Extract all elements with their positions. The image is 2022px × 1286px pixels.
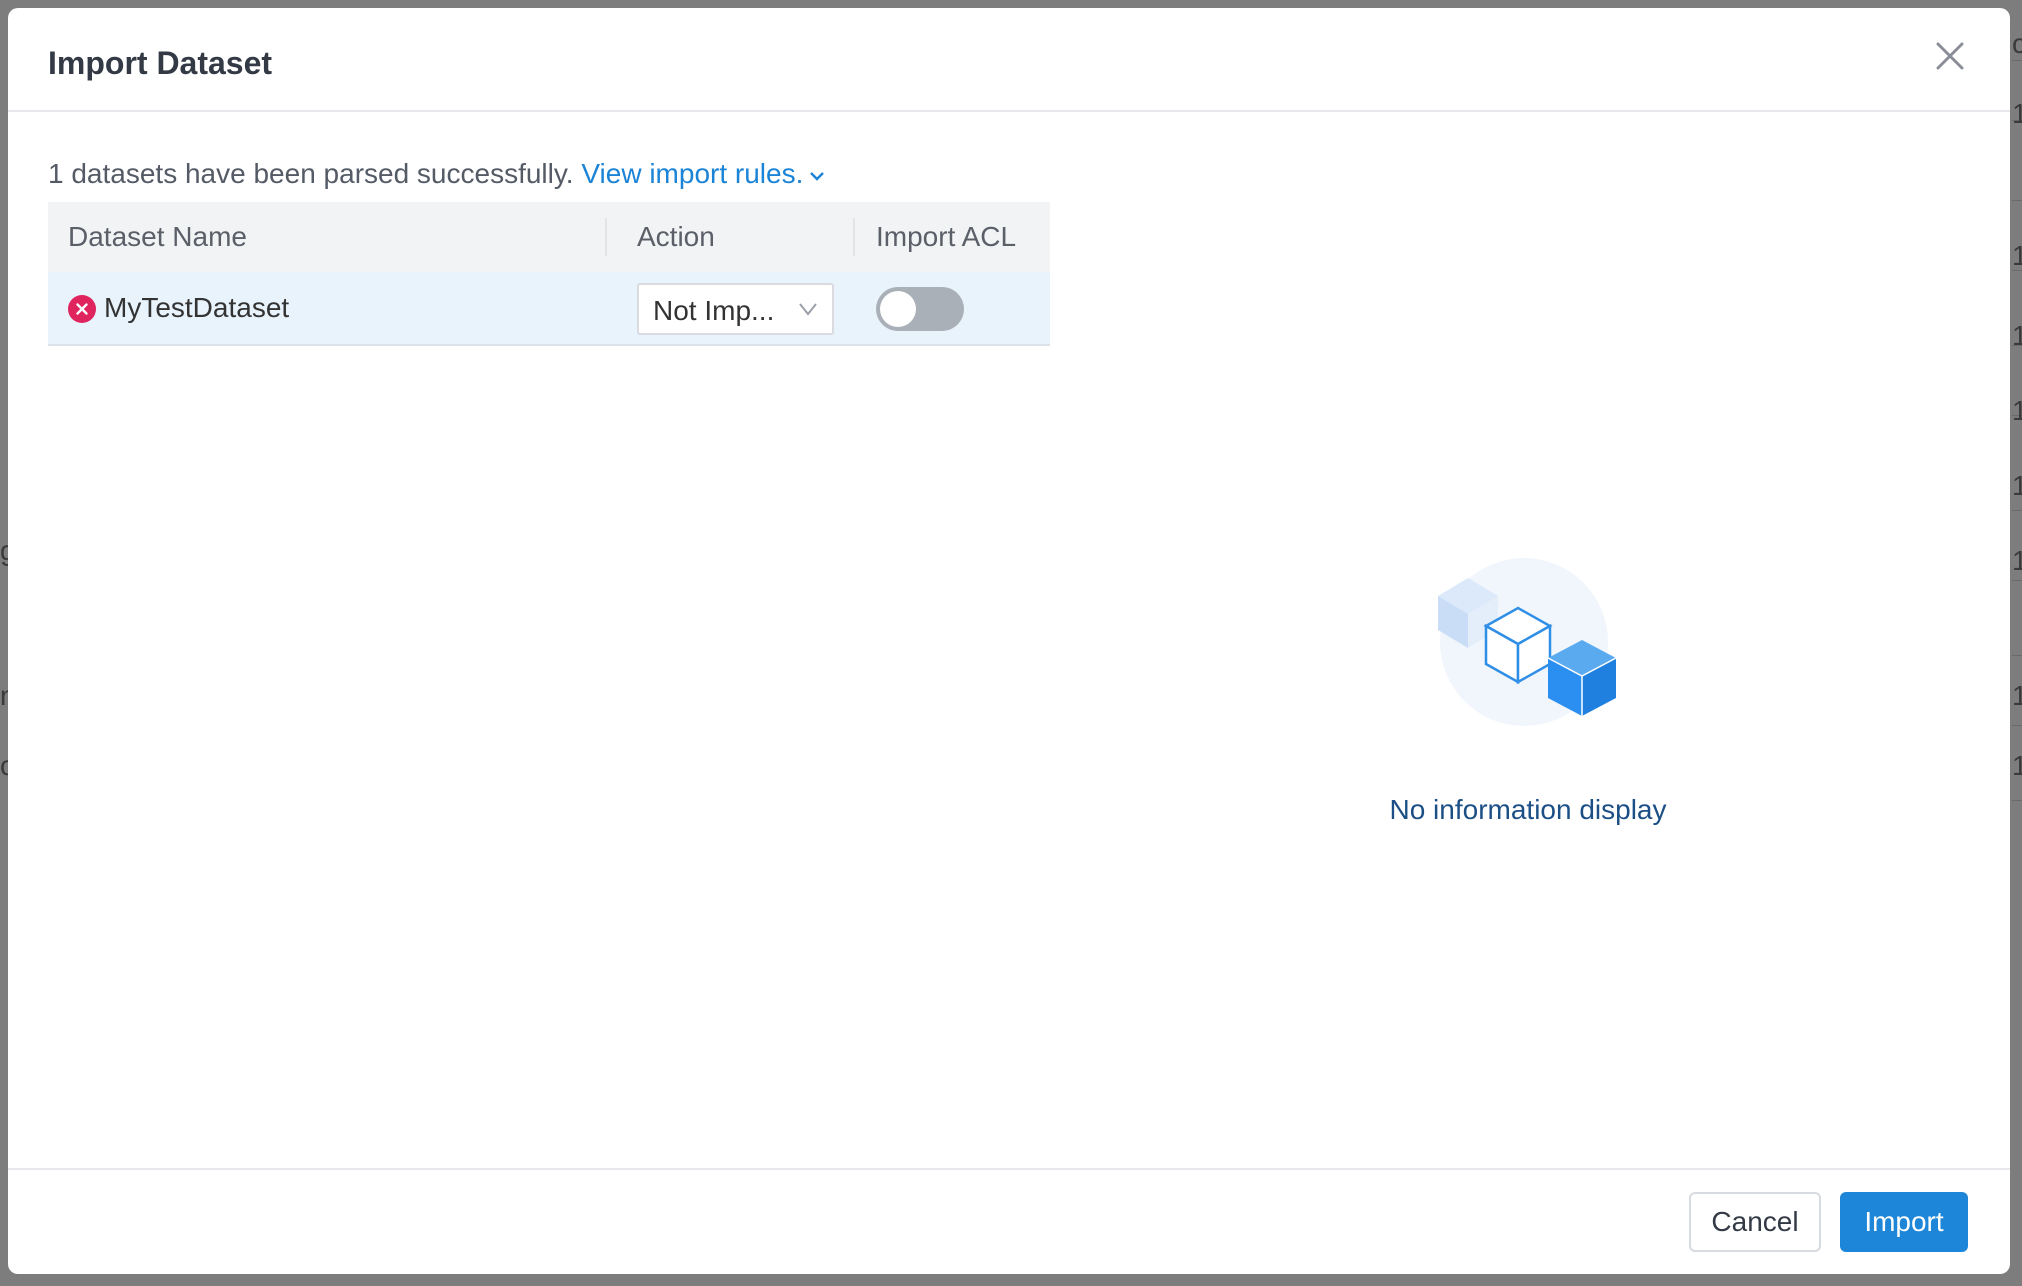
dataset-table: Dataset Name Action Import ACL MyTestDat… [48, 202, 1050, 346]
background-text: 1 [2012, 240, 2022, 271]
table-row[interactable]: MyTestDataset Not Imp... [48, 272, 1050, 346]
cancel-button[interactable]: Cancel [1689, 1192, 1821, 1252]
import-dataset-dialog: Import Dataset 1 datasets have been pars… [8, 8, 2010, 1274]
background-divider [2012, 580, 2022, 581]
import-acl-toggle[interactable] [876, 287, 964, 331]
header-action: Action [637, 221, 715, 252]
rules-link-label: View import rules. [581, 158, 804, 189]
background-text: 1 [2012, 470, 2022, 501]
chevron-down-icon [810, 171, 825, 181]
background-text: 1 [2012, 545, 2022, 576]
background-text: 1 [2012, 680, 2022, 711]
background-divider [2012, 200, 2022, 201]
empty-state-text: No information display [1389, 794, 1667, 825]
background-text: 1 [2012, 750, 2022, 781]
background-text: c [2012, 28, 2022, 59]
view-import-rules-link[interactable]: View import rules. [581, 158, 825, 189]
background-divider [2012, 725, 2022, 726]
background-divider [2012, 510, 2022, 511]
empty-cubes-illustration [1438, 558, 1617, 726]
background-text: 1 [2012, 320, 2022, 351]
background-divider [2012, 800, 2022, 801]
dialog-title: Import Dataset [48, 45, 273, 81]
background-text: 1 [2012, 395, 2022, 426]
column-divider [853, 218, 855, 256]
chevron-down-icon [799, 303, 817, 316]
action-select[interactable]: Not Imp... [637, 283, 834, 335]
close-button[interactable] [1932, 38, 1968, 74]
summary-text: 1 datasets have been parsed successfully… [48, 158, 574, 189]
column-divider [605, 218, 607, 256]
background-divider [2012, 655, 2022, 656]
background-page [2012, 0, 2022, 1286]
background-divider [2012, 60, 2022, 61]
header-import-acl: Import ACL [876, 221, 1017, 252]
toggle-knob [880, 291, 916, 327]
parse-summary: 1 datasets have been parsed successfully… [48, 158, 825, 190]
error-circle-icon [68, 295, 96, 323]
dataset-name: MyTestDataset [104, 292, 290, 323]
dialog-header: Import Dataset [8, 8, 2010, 112]
dialog-footer: Cancel Import [8, 1168, 2010, 1274]
import-button[interactable]: Import [1840, 1192, 1968, 1252]
header-dataset-name: Dataset Name [68, 221, 247, 252]
close-icon [1936, 42, 1964, 70]
table-header: Dataset Name Action Import ACL [48, 202, 1050, 272]
action-select-value: Not Imp... [653, 295, 775, 326]
background-text: 1 [2012, 98, 2022, 129]
